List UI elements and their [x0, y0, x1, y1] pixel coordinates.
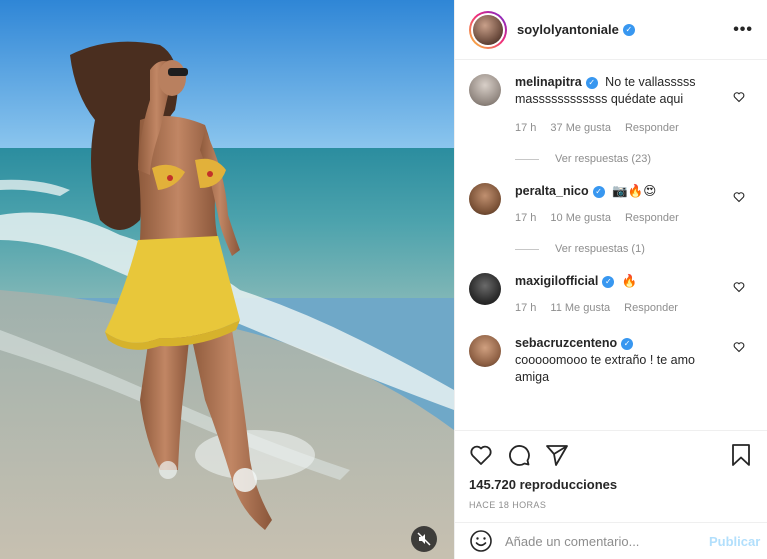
save-button[interactable]	[729, 443, 753, 467]
commenter-avatar[interactable]	[469, 183, 501, 215]
bookmark-icon	[732, 444, 750, 466]
heart-icon	[470, 445, 492, 465]
reply-button[interactable]: Responder	[624, 300, 678, 317]
like-comment-heart-icon[interactable]	[733, 91, 745, 103]
comments-list: melinapitra ✓ No te vallasssss massssssss…	[455, 61, 767, 429]
comment-input[interactable]	[505, 533, 709, 549]
post-header: soylolyantoniale ✓ •••	[455, 0, 767, 60]
author-avatar[interactable]	[469, 10, 507, 49]
comment-likes[interactable]: 37 Me gusta	[550, 120, 611, 137]
post-timestamp[interactable]: HACE 18 HORAS	[469, 500, 753, 510]
comment-username[interactable]: peralta_nico	[515, 184, 589, 198]
beach-video-frame	[0, 0, 454, 559]
share-button[interactable]	[545, 443, 569, 467]
verified-icon: ✓	[621, 338, 634, 350]
comment-likes[interactable]: 11 Me gusta	[550, 300, 610, 317]
more-horizontal-icon[interactable]: •••	[733, 21, 753, 39]
like-comment-heart-icon[interactable]	[733, 191, 745, 203]
verified-icon: ✓	[622, 23, 635, 36]
comment-text: 📷🔥😍	[612, 184, 657, 198]
verified-icon: ✓	[602, 276, 615, 288]
emoji-smile-icon	[470, 530, 492, 552]
verified-icon: ✓	[592, 186, 605, 198]
comment-item: maxigilofficial ✓ 🔥 17 h 11 Me gusta Resp…	[469, 257, 751, 317]
emoji-button[interactable]	[469, 529, 493, 553]
replies-divider	[515, 248, 539, 250]
commenter-avatar[interactable]	[469, 273, 501, 305]
comment-text: 🔥	[621, 274, 638, 288]
comment-button[interactable]	[507, 443, 531, 467]
post-actions: 145.720 reproducciones HACE 18 HORAS	[455, 430, 767, 522]
post-video[interactable]	[0, 0, 454, 559]
comment-time[interactable]: 17 h	[515, 300, 536, 317]
reply-button[interactable]: Responder	[625, 210, 679, 227]
view-replies-link[interactable]: Ver respuestas (23)	[515, 153, 751, 165]
comment-composer: Publicar	[455, 522, 767, 559]
comment-username[interactable]: melinapitra	[515, 75, 582, 89]
comment-username[interactable]: maxigilofficial	[515, 274, 598, 288]
like-comment-heart-icon[interactable]	[733, 281, 745, 293]
view-replies-link[interactable]: Ver respuestas (1)	[515, 243, 751, 255]
like-button[interactable]	[469, 443, 493, 467]
view-replies-label: Ver respuestas (1)	[555, 243, 645, 255]
commenter-avatar[interactable]	[469, 74, 501, 106]
reply-button[interactable]: Responder	[625, 120, 679, 137]
like-comment-heart-icon[interactable]	[733, 341, 745, 353]
view-replies-label: Ver respuestas (23)	[555, 153, 651, 165]
speaker-muted-icon	[417, 532, 431, 546]
comment-text: cooooomooo te extraño ! te amo amiga	[515, 353, 695, 384]
paper-plane-icon	[546, 445, 568, 466]
comment-likes[interactable]: 10 Me gusta	[550, 210, 611, 227]
commenter-avatar[interactable]	[469, 335, 501, 367]
publish-button[interactable]: Publicar	[709, 534, 767, 549]
speech-bubble-icon	[509, 445, 530, 466]
view-count[interactable]: 145.720 reproducciones	[469, 477, 753, 492]
comment-item: melinapitra ✓ No te vallasssss massssssss…	[469, 61, 751, 137]
mute-button[interactable]	[411, 526, 437, 552]
comment-username[interactable]: sebacruzcenteno	[515, 336, 617, 350]
comment-time[interactable]: 17 h	[515, 120, 536, 137]
author-username[interactable]: soylolyantoniale	[517, 22, 619, 37]
verified-icon: ✓	[585, 77, 598, 89]
comment-time[interactable]: 17 h	[515, 210, 536, 227]
replies-divider	[515, 158, 539, 160]
post-sidebar: soylolyantoniale ✓ ••• melinapitra ✓ No t…	[454, 0, 767, 559]
comment-item: sebacruzcenteno ✓ cooooomooo te extraño !…	[469, 317, 751, 386]
comment-item: peralta_nico ✓ 📷🔥😍 17 h 10 Me gusta Respo…	[469, 167, 751, 227]
